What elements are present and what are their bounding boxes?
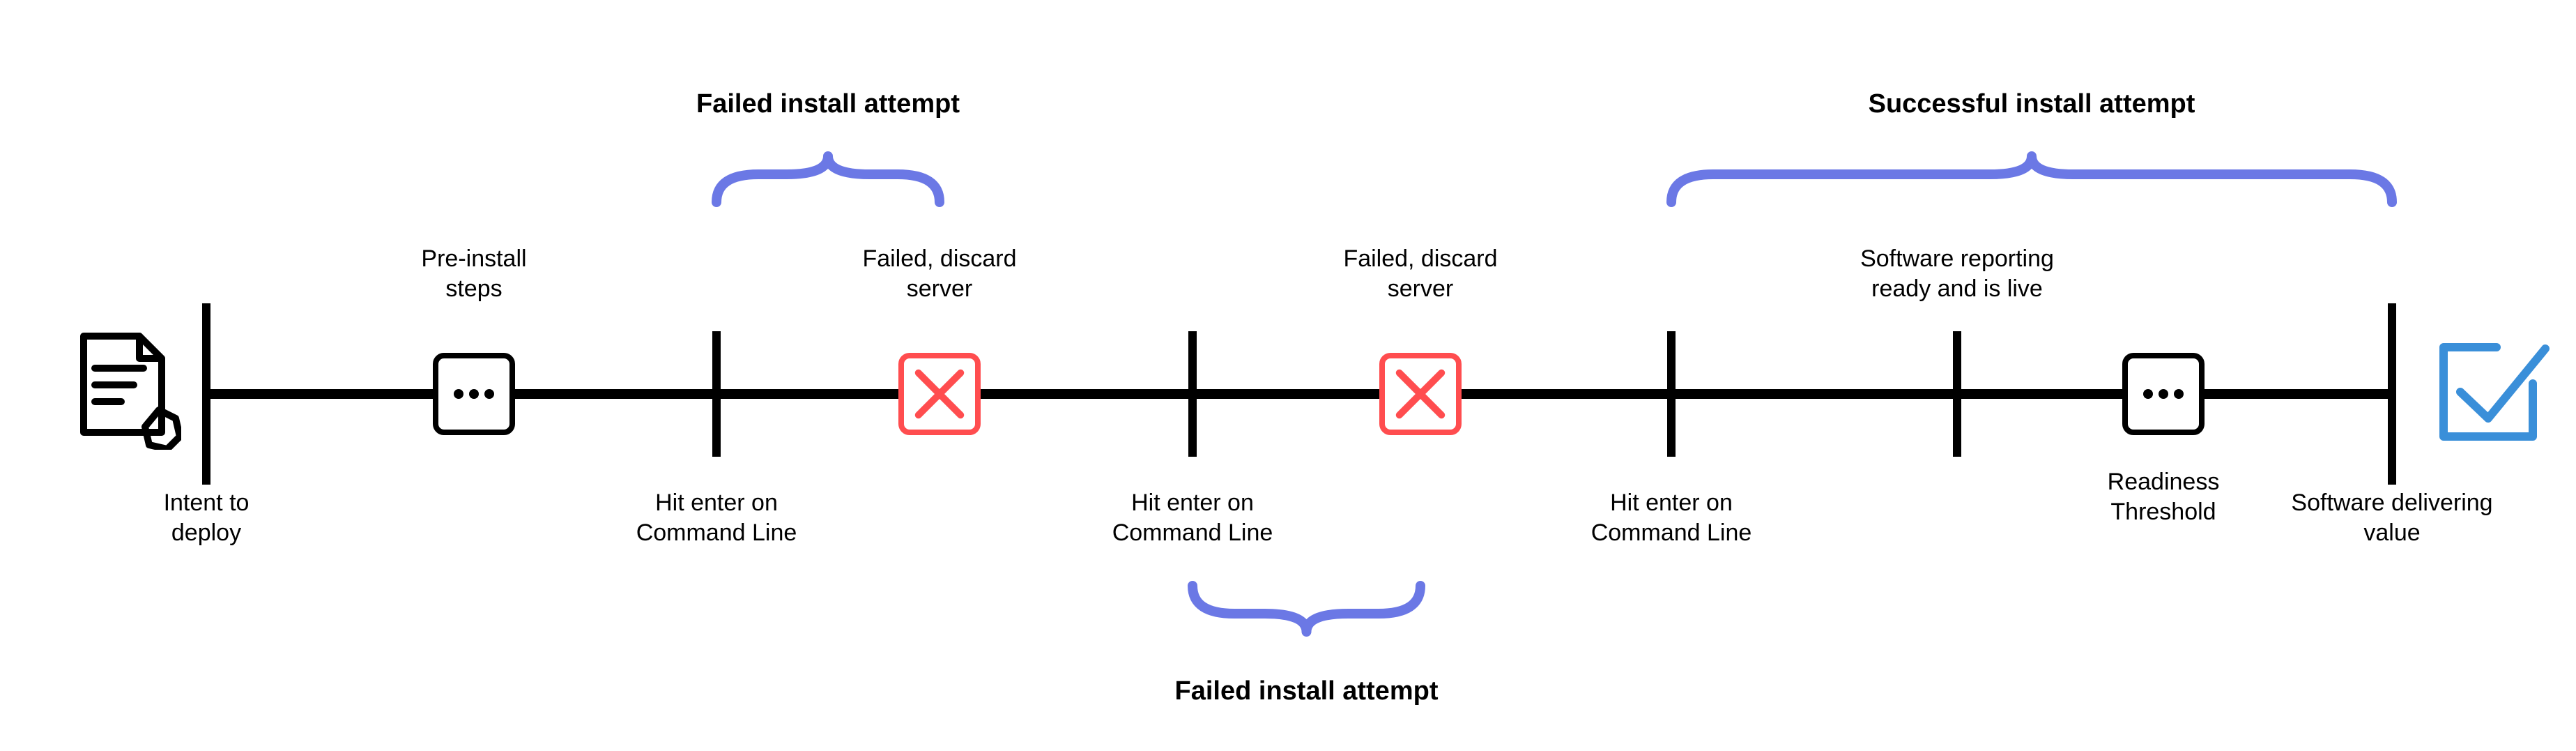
timeline-diagram: Intent todeploy Pre-installsteps Hit enter…	[0, 0, 2576, 751]
brace_fail_bottom	[1193, 586, 1420, 632]
ellipsis-dot	[2143, 389, 2153, 399]
ellipsis-dot	[469, 389, 479, 399]
brace_success	[1671, 156, 2392, 202]
brace_fail_top-title: Failed install attempt	[584, 88, 1072, 121]
label-ready: Software reportingready and is live	[1797, 244, 2117, 303]
label-fail2: Failed, discardserver	[1260, 244, 1581, 303]
ellipsis-dot	[454, 389, 463, 399]
brace_success-title: Successful install attempt	[1788, 88, 2276, 121]
label-delivering: Software deliveringvalue	[2232, 488, 2552, 547]
ellipsis-dot	[2159, 389, 2168, 399]
label-hit2: Hit enter onCommand Line	[1032, 488, 1353, 547]
label-fail1: Failed, discardserver	[779, 244, 1100, 303]
label-intent: Intent todeploy	[46, 488, 367, 547]
label-hit3: Hit enter onCommand Line	[1511, 488, 1832, 547]
label-hit1: Hit enter onCommand Line	[556, 488, 877, 547]
ellipsis-dot	[2174, 389, 2184, 399]
brace_fail_bottom-title: Failed install attempt	[1063, 675, 1551, 708]
brace_fail_top	[716, 156, 940, 202]
ellipsis-dot	[484, 389, 494, 399]
label-preinstall: Pre-installsteps	[314, 244, 634, 303]
